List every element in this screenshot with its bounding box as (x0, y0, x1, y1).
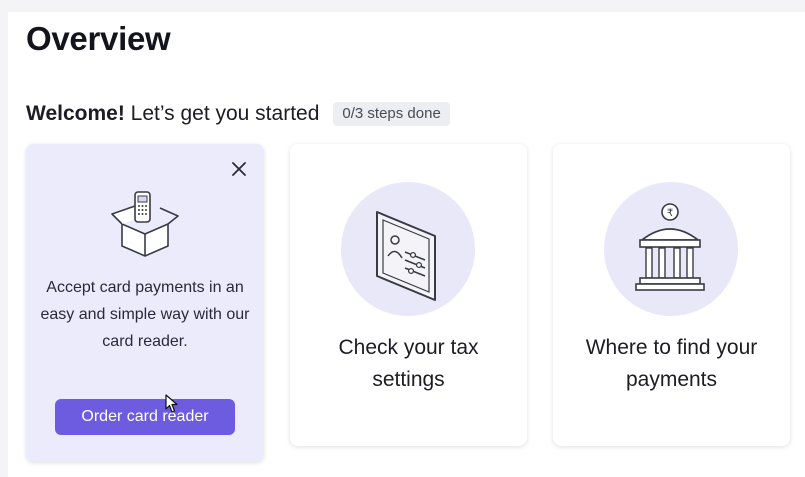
find-payments-card[interactable]: ₹ Where to find your payments (553, 144, 790, 446)
tax-settings-card[interactable]: Check your tax settings (290, 144, 527, 446)
card-reader-description: Accept card payments in an easy and simp… (40, 279, 250, 350)
onboarding-cards: Accept card payments in an easy and simp… (8, 12, 805, 477)
card-reader-card[interactable]: Accept card payments in an easy and simp… (26, 144, 264, 462)
payments-illustration-circle: ₹ (604, 182, 738, 316)
svg-text:₹: ₹ (667, 208, 673, 219)
tax-illustration-circle (341, 182, 475, 316)
overview-panel: Overview Welcome! Let’s get you started … (8, 12, 805, 477)
find-payments-label: Where to find your payments (585, 336, 758, 391)
page: Overview Welcome! Let’s get you started … (0, 0, 805, 477)
order-card-reader-button[interactable]: Order card reader (55, 399, 235, 435)
close-icon[interactable] (228, 158, 250, 180)
bank-building-icon: ₹ (635, 203, 705, 291)
card-reader-box-icon (111, 191, 179, 257)
tax-settings-document-icon (376, 211, 436, 301)
tax-settings-label: Check your tax settings (338, 336, 479, 391)
